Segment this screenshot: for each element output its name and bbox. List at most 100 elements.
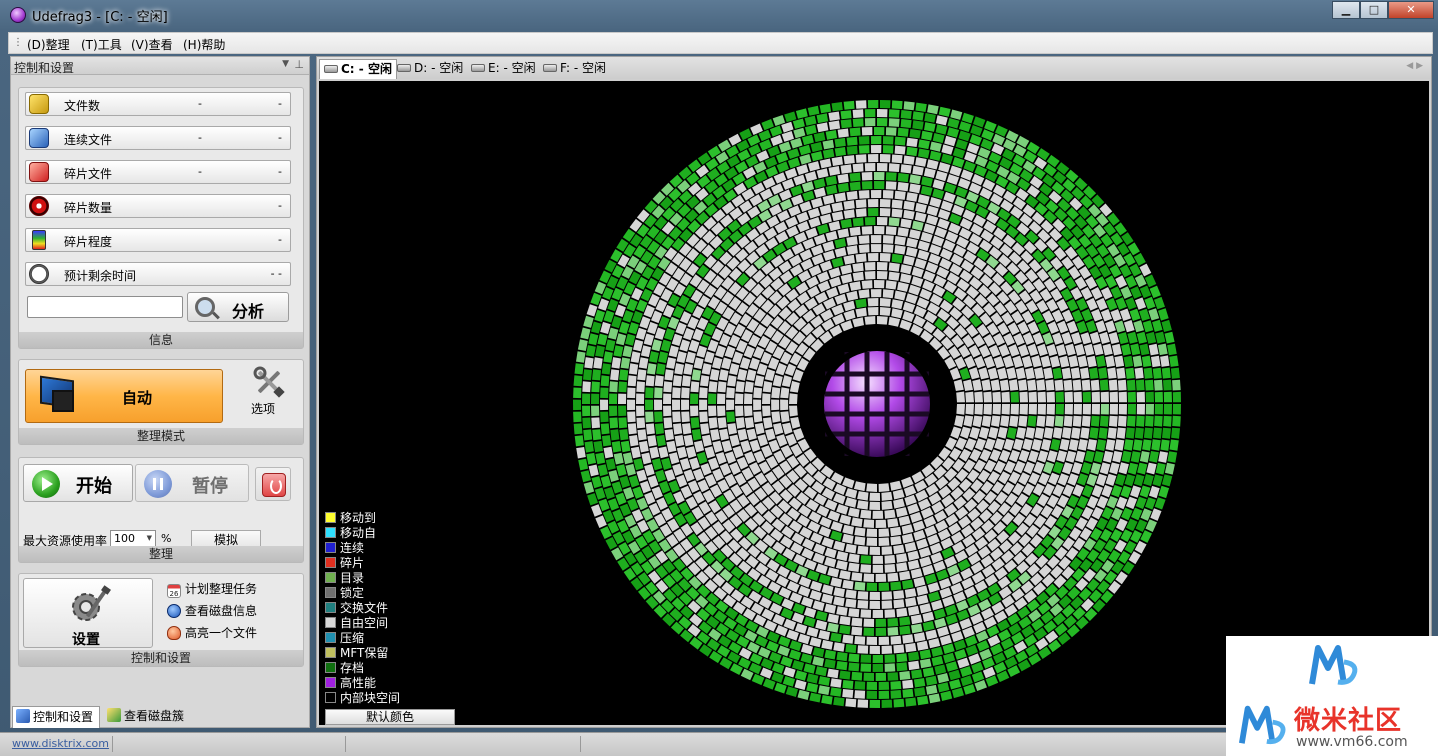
pause-label: 暂停 [192, 476, 228, 497]
stop-button[interactable] [255, 467, 291, 501]
fragmented-files-icon [29, 162, 49, 182]
legend-item: 移动到 [325, 509, 465, 525]
tab-drive-d[interactable]: D: - 空闲 [393, 59, 467, 79]
tab-label: 查看磁盘簇 [124, 709, 185, 723]
control-tab-icon [16, 709, 30, 723]
stat-value: - [278, 165, 282, 178]
tab-drive-e[interactable]: E: - 空闲 [467, 59, 540, 79]
tab-drive-f[interactable]: F: - 空闲 [539, 59, 610, 79]
defrag-group: 开始 暂停 最大资源使用率 100 ▼ % 模拟 整理 [18, 457, 304, 563]
watermark-logo-icon [1239, 705, 1286, 745]
legend-label: MFT保留 [340, 646, 389, 660]
legend-label: 连续 [340, 541, 365, 555]
calendar-icon: 26 [167, 584, 181, 598]
resource-usage-unit: % [161, 532, 172, 545]
menu-tools[interactable]: (T)工具 [81, 36, 122, 53]
legend-swatch [325, 617, 336, 628]
settings-label: 设置 [72, 632, 100, 648]
stat-label: 碎片数量 [64, 201, 113, 215]
app-logo-icon [10, 7, 26, 23]
search-input[interactable] [27, 296, 183, 318]
disk-map-graphic [573, 100, 1181, 708]
drive-icon [324, 65, 338, 73]
legend-label: 碎片 [340, 556, 365, 570]
tab-label: F: - 空闲 [560, 61, 606, 75]
stat-value: - [278, 97, 282, 110]
stat-fragmented-files: 碎片文件 - - [25, 160, 291, 184]
stat-label: 预计剩余时间 [64, 269, 137, 283]
stat-value: - - [270, 267, 282, 280]
drive-icon [543, 64, 557, 72]
pause-icon [144, 470, 172, 498]
start-label: 开始 [76, 476, 112, 497]
tools-icon [253, 366, 285, 398]
schedule-task-link[interactable]: 26 计划整理任务 [167, 580, 257, 598]
resource-usage-value: 100 [114, 532, 135, 545]
stat-fragment-count: 碎片数量 - [25, 194, 291, 218]
auto-mode-button[interactable]: 自动 [25, 369, 223, 423]
stat-value: - [278, 131, 282, 144]
website-link[interactable]: www.disktrix.com [12, 737, 109, 750]
legend-item: 交换文件 [325, 599, 465, 615]
panel-dropdown-icon[interactable]: ▼ [282, 59, 289, 69]
legend-label: 移动自 [340, 526, 377, 540]
legend-swatch [325, 572, 336, 583]
tab-scroll-icon[interactable]: ◀ ▶ [1406, 61, 1423, 71]
pause-button[interactable]: 暂停 [135, 464, 249, 502]
panel-pin-icon[interactable]: ⊥ [294, 58, 304, 71]
highlight-file-link[interactable]: 高亮一个文件 [167, 624, 257, 641]
menu-help[interactable]: (H)帮助 [183, 36, 225, 53]
disk-info-link[interactable]: 查看磁盘信息 [167, 602, 257, 619]
legend-swatch [325, 647, 336, 658]
legend-label: 交换文件 [340, 601, 389, 615]
stat-mid: - [198, 131, 202, 144]
title-bar[interactable]: Udefrag3 - [C: - 空闲] ▁ □ ✕ [0, 0, 1438, 30]
menu-view[interactable]: (V)查看 [131, 36, 173, 53]
settings-button[interactable]: 设置 [23, 578, 153, 648]
menu-defrag[interactable]: (D)整理 [27, 36, 70, 53]
start-button[interactable]: 开始 [23, 464, 133, 502]
legend-swatch [325, 602, 336, 613]
watermark-logo-icon [1309, 645, 1358, 685]
control-group: 设置 26 计划整理任务 查看磁盘信息 高亮一个文件 控制和设置 [18, 573, 304, 667]
stat-value: - [278, 233, 282, 246]
defrag-caption: 整理 [19, 546, 303, 562]
stat-contiguous-files: 连续文件 - - [25, 126, 291, 150]
legend-item: 目录 [325, 569, 465, 585]
auto-label: 自动 [122, 389, 153, 407]
fragmentation-level-icon [32, 230, 46, 250]
stopwatch-icon [29, 264, 49, 284]
legend-item: 移动自 [325, 524, 465, 540]
menu-bar: ⋮ (D)整理 (T)工具 (V)查看 (H)帮助 [8, 32, 1433, 54]
tab-view-clusters[interactable]: 查看磁盘簇 [104, 706, 204, 728]
maximize-button[interactable]: □ [1360, 1, 1388, 19]
options-button[interactable]: 选项 [243, 364, 295, 420]
legend-label: 内部块空间 [340, 691, 401, 705]
default-color-button[interactable]: 默认颜色 [325, 709, 455, 725]
minimize-button[interactable]: ▁ [1332, 1, 1360, 19]
legend-label: 锁定 [340, 586, 365, 600]
legend-swatch [325, 512, 336, 523]
app-window: Udefrag3 - [C: - 空闲] ▁ □ ✕ ⋮ (D)整理 (T)工具… [0, 0, 1438, 756]
legend-swatch [325, 527, 336, 538]
close-button[interactable]: ✕ [1388, 1, 1434, 19]
stat-fragmentation-level: 碎片程度 - [25, 228, 291, 252]
legend-item: 锁定 [325, 584, 465, 600]
analyze-button[interactable]: 分析 [187, 292, 289, 322]
cluster-map-pane: C: - 空闲 D: - 空闲 E: - 空闲 F: - 空闲 ◀ ▶ 移动到移… [316, 56, 1432, 728]
tab-label: D: - 空闲 [414, 61, 464, 75]
stat-time-remaining: 预计剩余时间 - - [25, 262, 291, 286]
cluster-map[interactable]: 移动到 移动自 连续 碎片 目录 锁定 交换文件 自由空间 压缩 MFT保留 存档 高性能 内部块空间 … [319, 81, 1429, 725]
tab-control-settings[interactable]: 控制和设置 [12, 706, 100, 728]
watermark: 微米社区 www.vm66.com [1226, 636, 1438, 756]
legend-label: 移动到 [340, 511, 377, 525]
info-icon [167, 604, 181, 618]
tab-label: C: - 空闲 [341, 62, 392, 76]
watermark-brand: 微米社区 [1294, 706, 1403, 736]
tab-label: E: - 空闲 [488, 61, 536, 75]
legend-item: 自由空间 [325, 614, 465, 630]
contiguous-files-icon [29, 128, 49, 148]
legend-swatch [325, 587, 336, 598]
tab-drive-c[interactable]: C: - 空闲 [319, 59, 397, 79]
stat-mid: - [198, 165, 202, 178]
